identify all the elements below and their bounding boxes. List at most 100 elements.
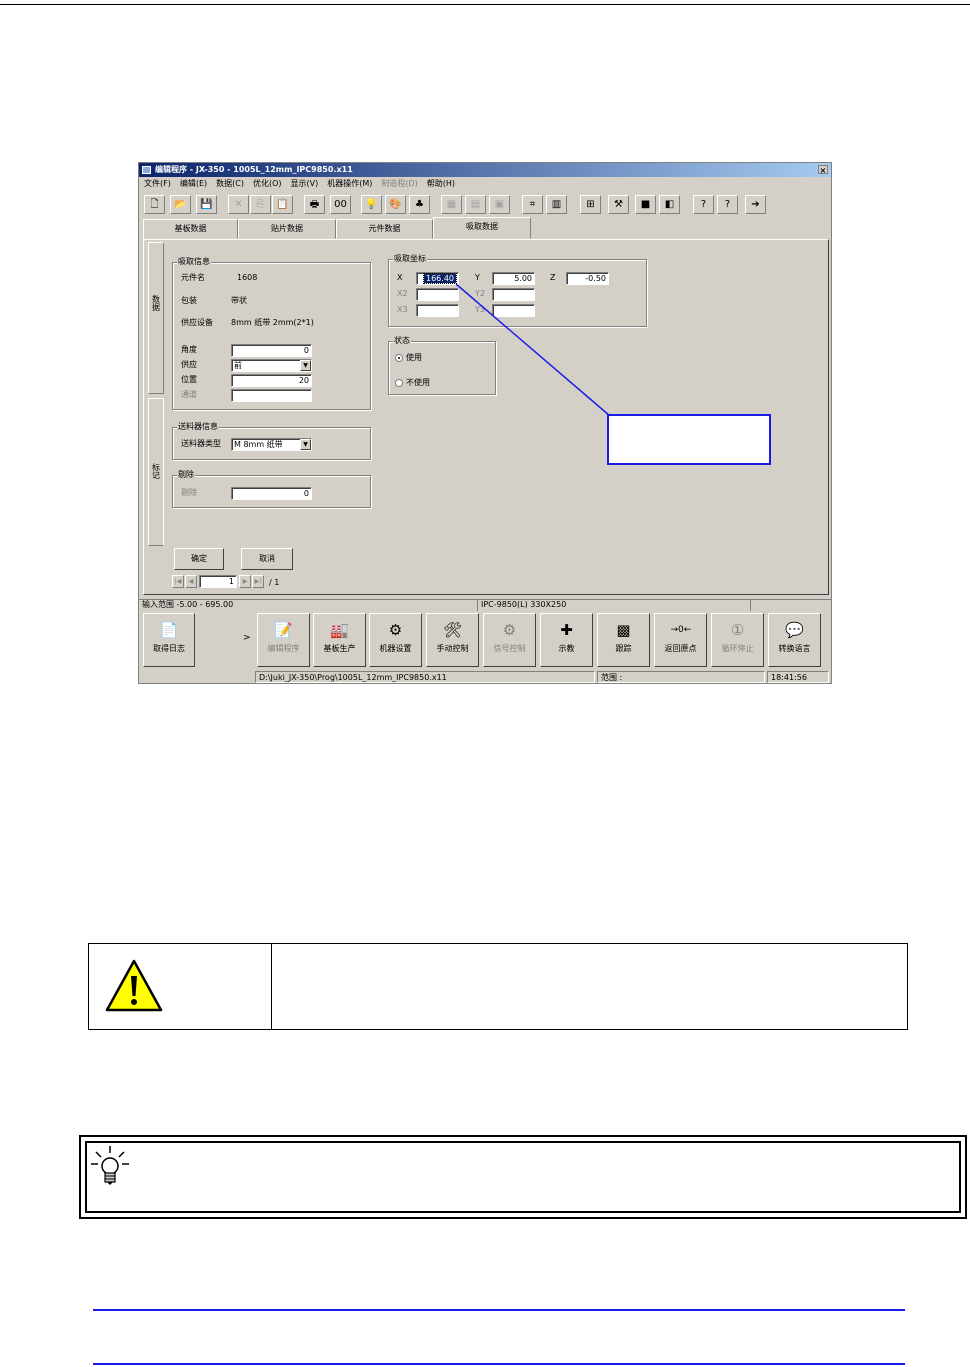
expand-arrow-icon[interactable]: > (243, 633, 251, 643)
menu-item[interactable]: 编辑(E) (180, 177, 207, 191)
z-label: Z (550, 273, 556, 282)
bottom-button-10[interactable]: ① 循环停止 (711, 613, 764, 667)
y2-field[interactable] (492, 288, 535, 301)
feeder-icon[interactable]: ▤ (465, 195, 486, 214)
production-icon: 🏭 (330, 621, 349, 639)
new-file-icon[interactable]: 🗋 (144, 195, 165, 214)
y-field[interactable]: 5.00 (492, 272, 535, 285)
y3-field[interactable] (492, 304, 535, 317)
open-folder-icon[interactable]: 📂 (170, 195, 191, 214)
tip-box (79, 1135, 967, 1219)
feeder-info-title: 送料器信息 (177, 422, 219, 432)
x3-field[interactable] (416, 304, 459, 317)
status-title: 状态 (393, 336, 411, 346)
x3-label: X3 (397, 305, 408, 314)
help-icon[interactable]: ? (717, 195, 738, 214)
context-help-icon[interactable]: ? (693, 195, 714, 214)
callout-box (607, 414, 771, 465)
bottom-button-8[interactable]: ▩ 跟踪 (597, 613, 650, 667)
tool-icon[interactable]: ⚒ (608, 195, 629, 214)
bottom-button-label: 机器设置 (379, 644, 412, 653)
stop-icon[interactable]: ■ (635, 195, 656, 214)
no-use-radio[interactable] (395, 379, 403, 387)
color-icon[interactable]: 🎨 (385, 195, 406, 214)
bottom-button-label: 循环停止 (721, 644, 754, 653)
bottom-button-2[interactable]: 📝 编辑程序 (257, 613, 310, 667)
x-field[interactable]: 166.40 (416, 272, 459, 285)
y2-label: Y2 (475, 289, 485, 298)
menu-item[interactable]: 优化(O) (253, 177, 282, 191)
z-field[interactable]: -0.50 (566, 272, 609, 285)
exit-icon[interactable]: ➔ (745, 195, 766, 214)
cut-icon[interactable]: ✕ (228, 195, 249, 214)
prev-record-icon[interactable]: ◀ (185, 575, 197, 588)
side-tab-mark[interactable]: 标记 (148, 398, 164, 546)
blue-rule-top (93, 1309, 905, 1311)
close-icon[interactable]: × (818, 165, 828, 175)
teach-icon[interactable]: ⌗ (522, 195, 543, 214)
optimize-icon[interactable]: ♣ (409, 195, 430, 214)
find-icon[interactable]: 00 (330, 195, 351, 214)
menu-item[interactable]: 数据(C) (216, 177, 244, 191)
copy-icon[interactable]: ⎘ (250, 195, 271, 214)
column-icon[interactable]: ▥ (546, 195, 567, 214)
toolbar: 🗋 📂 💾 ✕ ⎘ 📋 🖶 00 💡 🎨 ♣ ▦ ▤ ▣ ⌗ ▥ ⊞ ⚒ ■ ◧?? ➔ (139, 193, 831, 217)
first-record-icon[interactable]: |◀ (172, 575, 184, 588)
chevron-down-icon[interactable]: ▼ (300, 439, 311, 450)
tab-3[interactable]: 元件数据 (336, 219, 433, 239)
menu-item[interactable]: 制造程(D) (381, 177, 417, 191)
bottom-button-label: 示教 (558, 644, 575, 653)
angle-field[interactable]: 0 (231, 344, 312, 357)
app-icon (142, 166, 151, 174)
feeder-type-select[interactable]: M 8mm 纸带 ▼ (231, 438, 312, 451)
part-name-label: 元件名 (181, 273, 205, 282)
supply-select[interactable]: 前 ▼ (231, 359, 312, 372)
tab-1[interactable]: 基板数据 (143, 219, 238, 239)
last-record-icon[interactable]: ▶| (252, 575, 264, 588)
program-path: D:\Juki_JX-350\Prog\1005L_12mm_IPC9850.x… (255, 671, 595, 683)
bulb-icon[interactable]: 💡 (361, 195, 382, 214)
save-icon[interactable]: 💾 (196, 195, 217, 214)
pickup-info-group: 吸取信息 元件名 1608 包装 带状 供应设备 8mm 纸带 2mm(2*1)… (172, 257, 371, 410)
channel-field[interactable] (231, 389, 312, 402)
tab-2[interactable]: 贴片数据 (238, 219, 336, 239)
part-name-value: 1608 (237, 273, 258, 282)
print-icon[interactable]: 🖶 (304, 195, 325, 214)
bottom-button-3[interactable]: 🏭 基板生产 (313, 613, 366, 667)
bottom-button-5[interactable]: 🛠 手动控制 (426, 613, 479, 667)
cycle-stop-icon: ① (730, 621, 745, 639)
position-field[interactable]: 20 (231, 374, 312, 387)
cube-icon[interactable]: ▣ (489, 195, 510, 214)
warning-icon (105, 959, 163, 1012)
ok-button[interactable]: 确定 (174, 548, 224, 570)
reject-label: 剔除 (181, 488, 197, 497)
record-number-field[interactable]: 1 (199, 575, 237, 588)
bottom-button-11[interactable]: 💬 转换语言 (768, 613, 821, 667)
window-title: 编辑程序 - JX-350 - 1005L_12mm_IPC9850.x11 (155, 165, 353, 174)
side-tab-data[interactable]: 数据 (148, 242, 164, 394)
bottom-button-6[interactable]: ⚙ 信号控制 (483, 613, 536, 667)
bottom-button-1[interactable]: 📄 取得日志 (143, 613, 195, 667)
paste-icon[interactable]: 📋 (272, 195, 293, 214)
use-radio[interactable] (395, 354, 403, 362)
reject-field[interactable]: 0 (231, 487, 312, 500)
bottom-button-label: 信号控制 (493, 644, 526, 653)
x2-field[interactable] (416, 288, 459, 301)
chevron-down-icon[interactable]: ▼ (300, 360, 311, 371)
menu-item[interactable]: 显示(V) (291, 177, 319, 191)
layers-icon[interactable]: ◧ (659, 195, 680, 214)
menu-item[interactable]: 机器操作(M) (327, 177, 372, 191)
menu-item[interactable]: 文件(F) (144, 177, 171, 191)
pickup-coords-title: 吸取坐标 (393, 254, 427, 264)
bottom-button-7[interactable]: ✚ 示教 (540, 613, 593, 667)
grid-icon[interactable]: ⊞ (580, 195, 601, 214)
bottom-button-4[interactable]: ⚙ 机器设置 (369, 613, 422, 667)
next-record-icon[interactable]: ▶ (239, 575, 251, 588)
edit-program-icon: 📝 (274, 621, 293, 639)
menu-item[interactable]: 帮助(H) (427, 177, 455, 191)
cancel-button[interactable]: 取消 (241, 548, 293, 570)
bottom-button-9[interactable]: →0← 返回原点 (654, 613, 707, 667)
tip-box-inner (85, 1141, 961, 1213)
board-icon[interactable]: ▦ (441, 195, 462, 214)
tab-4[interactable]: 吸取数据 (433, 217, 531, 239)
